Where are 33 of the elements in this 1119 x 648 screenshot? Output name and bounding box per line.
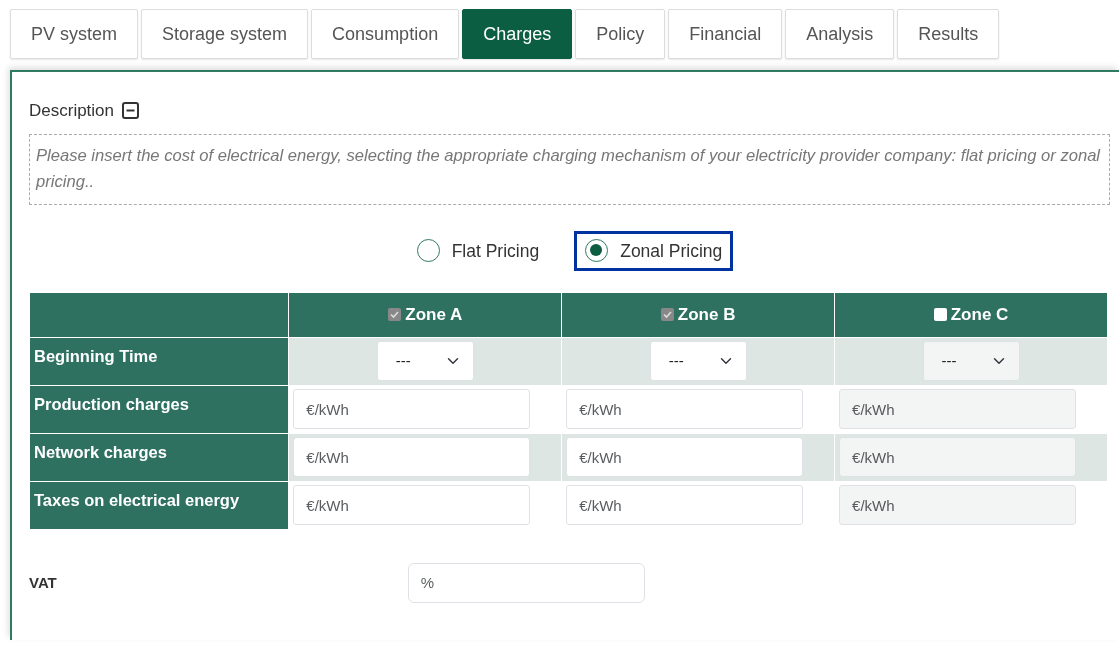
tab[interactable]: PV system — [10, 9, 139, 59]
tab[interactable]: Consumption — [311, 9, 460, 59]
charge-input[interactable]: €/kWh — [566, 437, 804, 478]
charge-input[interactable]: €/kWh — [293, 437, 531, 478]
checkbox[interactable] — [388, 308, 402, 322]
tab[interactable]: Charges — [462, 9, 573, 59]
radio-option[interactable]: Zonal Pricing — [574, 230, 734, 271]
charge-input[interactable]: €/kWh — [566, 389, 804, 430]
row-label: Taxes on electrical energy — [29, 481, 289, 530]
checkbox[interactable] — [660, 308, 674, 322]
collapse-icon[interactable] — [122, 102, 140, 120]
checkbox[interactable] — [933, 308, 947, 322]
row-label: Network charges — [29, 433, 289, 482]
row-label: Production charges — [29, 385, 289, 434]
charge-input[interactable]: €/kWh — [293, 389, 531, 430]
row-label: Beginning Time — [29, 337, 289, 386]
charge-input[interactable]: €/kWh — [566, 485, 804, 526]
time-select[interactable]: --- — [649, 341, 747, 382]
vat-label: VAT — [29, 572, 57, 593]
vat-input[interactable]: % — [407, 562, 645, 603]
description-title: Description — [29, 100, 115, 122]
time-select[interactable]: --- — [376, 341, 474, 382]
tab[interactable]: Results — [897, 9, 1000, 59]
tab[interactable]: Financial — [668, 9, 783, 59]
charge-input[interactable]: €/kWh — [293, 485, 531, 526]
radio-option[interactable]: Flat Pricing — [405, 230, 551, 271]
tab[interactable]: Policy — [575, 9, 666, 59]
zone-label: Zone B — [677, 305, 736, 325]
zone-label: Zone A — [405, 305, 463, 325]
tab[interactable]: Storage system — [141, 9, 309, 59]
tab[interactable]: Analysis — [785, 9, 895, 59]
description-text: Please insert the cost of electrical energy, selecting the appropriate charging mechanism of your electricity provider company: flat pricing or zonal pricing.. — [29, 133, 1110, 205]
zone-label: Zone C — [950, 305, 1009, 325]
